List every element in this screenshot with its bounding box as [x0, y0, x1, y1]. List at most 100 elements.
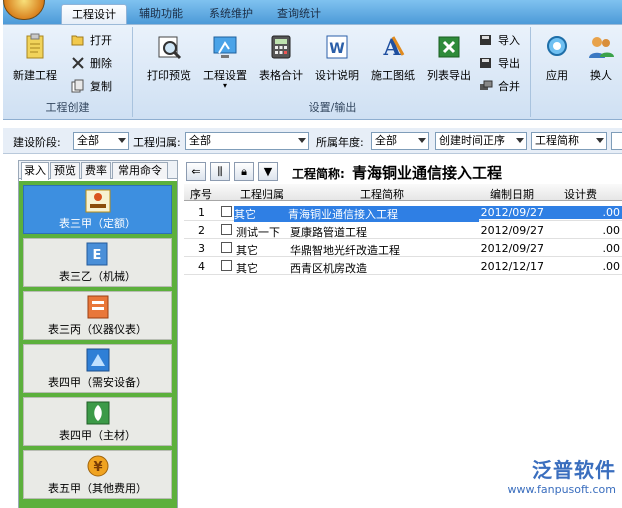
svg-text:W: W: [329, 41, 344, 57]
tab-project-design[interactable]: 工程设计: [61, 4, 127, 24]
open-folder-icon: [71, 35, 84, 46]
group-project-create: 新建工程 打开 删除 复制 工程创建: [3, 27, 133, 117]
row-fee: .00: [602, 242, 621, 255]
other-costs-icon: ¥: [87, 455, 108, 477]
tab-preview[interactable]: 预览: [50, 162, 80, 179]
table-row[interactable]: 4 其它 西青区机房改造 2012/12/17 .00: [184, 257, 622, 275]
stage-filter-label: 建设阶段:: [13, 136, 61, 149]
ribbon-tab-bar: 工程设计 辅助功能 系统维护 查询统计: [3, 0, 622, 24]
copy-icon: [71, 79, 84, 93]
tab-input[interactable]: 录入: [21, 162, 49, 180]
switch-user-button[interactable]: 换人: [579, 31, 622, 91]
project-name-title: 青海铜业通信接入工程: [352, 164, 503, 182]
nav-item-label: 表四甲（需安设备）: [48, 376, 147, 389]
magnifier-apply-icon: [547, 36, 567, 56]
list-toolbar: ⇐ ⫼ 🔒︎ ▼ 工程简称: 青海铜业通信接入工程: [184, 162, 622, 184]
row-owner: 其它: [236, 262, 258, 275]
svg-text:¥: ¥: [93, 460, 102, 475]
row-date: 2012/09/27: [480, 224, 544, 237]
copy-button[interactable]: 复制: [71, 77, 112, 97]
column-header-name[interactable]: 工程简称: [360, 186, 404, 202]
row-checkbox[interactable]: [221, 224, 232, 235]
row-owner: 测试一下: [236, 226, 280, 239]
word-document-icon: W: [326, 35, 348, 59]
nav-item-table4a-equipment[interactable]: 表四甲（需安设备）: [23, 344, 172, 393]
merge-icon: [480, 80, 493, 90]
table-row[interactable]: 2 测试一下 夏康路管道工程 2012/09/27 .00: [184, 221, 622, 239]
project-settings-chevron-down-icon: ▾: [222, 81, 227, 90]
open-label: 打开: [90, 34, 112, 47]
row-date: 2012/12/17: [480, 260, 544, 273]
design-description-label: 设计说明: [315, 69, 359, 82]
row-date: 2012/09/27: [480, 242, 544, 255]
year-filter-value: 全部: [375, 134, 397, 147]
row-fee: .00: [552, 206, 622, 219]
lock-icon: 🔒︎: [241, 165, 247, 178]
delete-button[interactable]: 删除: [71, 54, 112, 74]
nav-item-label: 表四甲（主材）: [59, 429, 136, 442]
nav-item-table3b[interactable]: E 表三乙（机械）: [23, 238, 172, 287]
list-export-button[interactable]: 列表导出: [421, 31, 477, 91]
back-button[interactable]: ⇐: [186, 162, 206, 181]
lock-button[interactable]: 🔒︎: [234, 162, 254, 181]
main-material-icon: [86, 401, 109, 425]
apply-button[interactable]: 应用: [535, 31, 579, 91]
row-index: 1: [198, 206, 205, 219]
merge-button[interactable]: 合并: [479, 77, 520, 97]
table-row[interactable]: 3 其它 华鼎智地光纤改造工程 2012/09/27 .00: [184, 239, 622, 257]
table-row[interactable]: 1 其它 青海铜业通信接入工程 2012/09/27 .00: [184, 203, 622, 222]
column-header-date[interactable]: 编制日期: [490, 186, 534, 202]
nav-item-label: 表五甲（其他费用）: [48, 482, 147, 495]
design-description-button[interactable]: W 设计说明: [309, 31, 365, 91]
search-input[interactable]: [611, 132, 622, 150]
dropdown-button[interactable]: ▼: [258, 162, 278, 181]
nav-item-table3a[interactable]: 表三甲（定额）: [23, 185, 172, 234]
column-header-index[interactable]: 序号: [190, 186, 212, 202]
search-field-select[interactable]: 工程简称: [531, 132, 607, 150]
tab-common-commands[interactable]: 常用命令: [112, 162, 168, 179]
nav-item-table3c[interactable]: 表三丙（仪器仪表）: [23, 291, 172, 340]
construction-drawing-button[interactable]: A 施工图纸: [365, 31, 421, 91]
export-icon: [480, 58, 491, 68]
stage-filter-select[interactable]: 全部: [73, 132, 129, 150]
column-header-fee[interactable]: 设计费: [564, 186, 597, 202]
row-index: 4: [198, 260, 205, 273]
export-button[interactable]: 导出: [479, 54, 520, 74]
table-total-button[interactable]: 表格合计: [253, 31, 309, 91]
group-project-create-title: 工程创建: [45, 101, 90, 114]
application-menu-orb[interactable]: [3, 0, 45, 20]
row-date: 2012/09/27: [479, 206, 552, 219]
users-icon: [589, 37, 614, 58]
app-window: 工程设计 辅助功能 系统维护 查询统计 新建工程 打开 删除 复制 工程创建 打…: [3, 0, 622, 508]
svg-text:E: E: [92, 248, 101, 263]
instrument-table-icon: [87, 295, 108, 319]
new-project-button[interactable]: 新建工程: [7, 31, 63, 91]
watermark-url: www.fanpusoft.com: [507, 483, 616, 496]
nav-item-table4a-material[interactable]: 表四甲（主材）: [23, 397, 172, 446]
column-header-owner[interactable]: 工程归属: [240, 186, 284, 202]
print-preview-label: 打印预览: [147, 69, 191, 82]
tab-rates[interactable]: 费率: [81, 162, 111, 179]
owner-filter-select[interactable]: 全部: [185, 132, 309, 150]
columns-button[interactable]: ⫼: [210, 162, 230, 181]
tab-query-statistics[interactable]: 查询统计: [267, 4, 331, 24]
row-checkbox[interactable]: [221, 206, 232, 217]
tab-auxiliary[interactable]: 辅助功能: [129, 4, 193, 24]
tab-system-maintenance[interactable]: 系统维护: [199, 4, 263, 24]
year-filter-select[interactable]: 全部: [371, 132, 429, 150]
owner-filter-value: 全部: [189, 134, 211, 147]
open-button[interactable]: 打开: [71, 31, 112, 51]
copy-label: 复制: [90, 80, 112, 93]
group-settings-output: 打印预览 工程设置 ▾ 表格合计 W 设计说明 A 施工图纸 列表导出 导入 导…: [135, 27, 531, 117]
row-checkbox[interactable]: [221, 242, 232, 253]
project-settings-button[interactable]: 工程设置 ▾: [197, 31, 253, 91]
print-preview-button[interactable]: 打印预览: [141, 31, 197, 91]
new-project-label: 新建工程: [13, 69, 57, 82]
import-button[interactable]: 导入: [479, 31, 520, 51]
nav-item-table5a[interactable]: ¥ 表五甲（其他费用）: [23, 450, 172, 499]
export-label: 导出: [498, 57, 520, 70]
sort-order-select[interactable]: 创建时间正序: [435, 132, 527, 150]
drawing-icon: A: [382, 35, 405, 61]
owner-filter-label: 工程归属:: [133, 136, 181, 149]
row-checkbox[interactable]: [221, 260, 232, 271]
